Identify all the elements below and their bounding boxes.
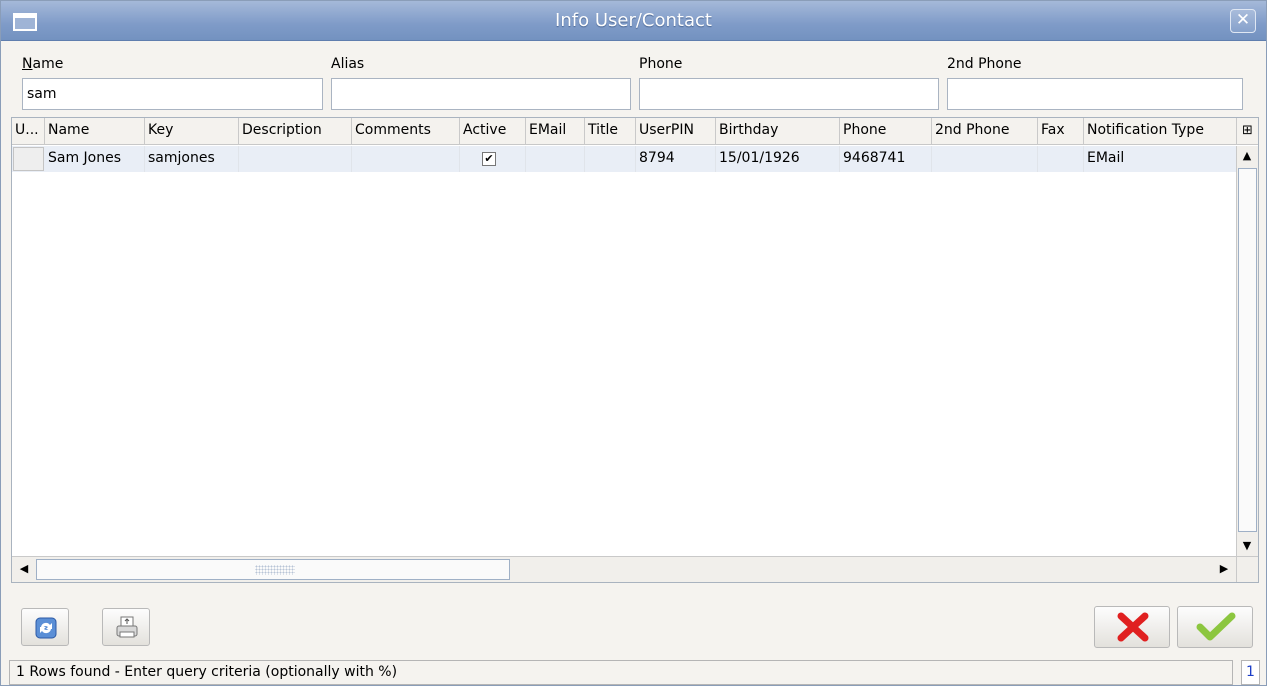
column-header-userpin[interactable]: UserPIN <box>636 118 716 145</box>
print-icon <box>116 616 138 638</box>
cell-description <box>239 146 352 172</box>
phone-input[interactable] <box>639 78 939 110</box>
cancel-button[interactable] <box>1094 606 1170 648</box>
column-chooser-icon[interactable]: ⊞ <box>1236 118 1258 145</box>
phone-label: Phone <box>639 56 683 72</box>
second-phone-label: 2nd Phone <box>947 56 1022 72</box>
ok-icon <box>1196 612 1236 641</box>
column-header-notification-type[interactable]: Notification Type <box>1084 118 1236 145</box>
cell-key: samjones <box>145 146 239 172</box>
scroll-down-arrow-icon[interactable]: ▼ <box>1237 536 1257 556</box>
column-header-active[interactable]: Active <box>460 118 526 145</box>
vertical-scrollbar[interactable]: ▲ ▼ <box>1236 146 1258 556</box>
cell-title <box>585 146 636 172</box>
column-header-title[interactable]: Title <box>585 118 636 145</box>
table-header: U... Name Key Description Comments Activ… <box>12 118 1236 145</box>
cell-phone: 9468741 <box>840 146 932 172</box>
cell-notification-type: EMail <box>1087 150 1125 166</box>
scroll-up-arrow-icon[interactable]: ▲ <box>1237 146 1257 166</box>
name-label: Name <box>22 56 63 72</box>
column-header-email[interactable]: EMail <box>526 118 585 145</box>
second-phone-input[interactable] <box>947 78 1243 110</box>
horizontal-scroll-thumb[interactable] <box>36 559 510 580</box>
horizontal-scrollbar[interactable]: ◀ ▶ <box>12 556 1236 582</box>
results-table: U... Name Key Description Comments Activ… <box>11 117 1259 583</box>
scroll-left-arrow-icon[interactable]: ◀ <box>14 559 34 579</box>
scroll-right-arrow-icon[interactable]: ▶ <box>1214 559 1234 579</box>
name-input[interactable] <box>22 78 323 110</box>
table-row[interactable]: Sam Jones samjones ✔ 8794 15/01/1926 946… <box>12 146 1236 172</box>
refresh-button[interactable] <box>21 608 69 646</box>
print-button[interactable] <box>102 608 150 646</box>
cell-birthday: 15/01/1926 <box>716 146 840 172</box>
column-header-fax[interactable]: Fax <box>1038 118 1084 145</box>
ok-button[interactable] <box>1177 606 1253 648</box>
cancel-icon <box>1117 612 1149 642</box>
scroll-grip <box>255 565 295 575</box>
cell-comments <box>352 146 460 172</box>
status-message: 1 Rows found - Enter query criteria (opt… <box>9 660 1233 685</box>
cell-name: Sam Jones <box>45 146 145 172</box>
column-header-phone[interactable]: Phone <box>840 118 932 145</box>
scroll-corner <box>1236 556 1258 582</box>
cell-userpin: 8794 <box>636 146 716 172</box>
vertical-scroll-thumb[interactable] <box>1238 168 1257 532</box>
refresh-icon <box>35 617 57 639</box>
column-header-name[interactable]: Name <box>45 118 145 145</box>
cell-fax <box>1038 146 1084 172</box>
column-header-u[interactable]: U... <box>12 118 45 145</box>
active-checkbox[interactable]: ✔ <box>482 152 496 166</box>
column-header-birthday[interactable]: Birthday <box>716 118 840 145</box>
alias-input[interactable] <box>331 78 631 110</box>
column-header-second-phone[interactable]: 2nd Phone <box>932 118 1038 145</box>
close-button[interactable]: ✕ <box>1230 9 1256 33</box>
cell-second-phone <box>932 146 1038 172</box>
info-user-contact-window: Info User/Contact ✕ Name Alias Phone 2nd… <box>0 0 1267 686</box>
column-header-key[interactable]: Key <box>145 118 239 145</box>
title-bar: Info User/Contact ✕ <box>1 1 1266 41</box>
name-label-text: ame <box>32 56 64 72</box>
cell-active: ✔ <box>460 146 526 172</box>
alias-label: Alias <box>331 56 365 72</box>
cell-email <box>526 146 585 172</box>
column-header-description[interactable]: Description <box>239 118 352 145</box>
window-title: Info User/Contact <box>555 10 712 31</box>
column-header-comments[interactable]: Comments <box>352 118 460 145</box>
name-label-mnemonic: N <box>22 56 33 72</box>
row-selector[interactable] <box>13 147 44 171</box>
status-row-count: 1 <box>1241 660 1260 685</box>
